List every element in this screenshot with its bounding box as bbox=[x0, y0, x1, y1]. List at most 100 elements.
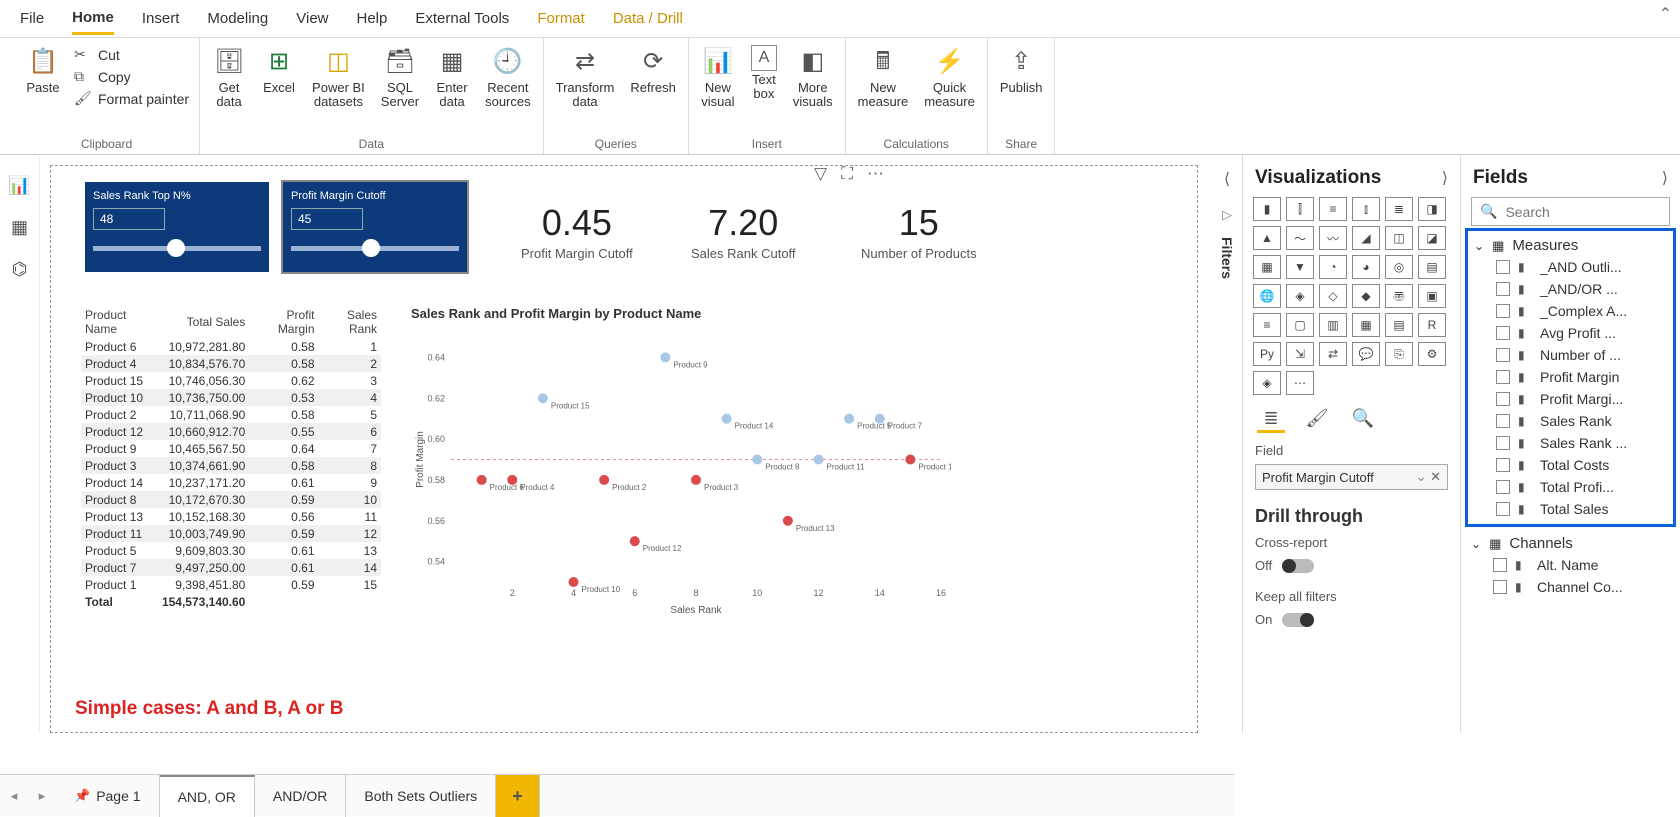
new-visual-button[interactable]: 📊New visual bbox=[693, 42, 743, 113]
data-view-icon[interactable]: ▦ bbox=[8, 215, 32, 239]
fields-tab-icon[interactable]: ≣ bbox=[1257, 407, 1285, 433]
collapse-icon[interactable]: ⟩ bbox=[1662, 168, 1668, 188]
viz-type-icon[interactable]: 💬 bbox=[1352, 342, 1380, 366]
paste-button[interactable]: 📋Paste bbox=[18, 42, 68, 98]
publish-button[interactable]: ⇪Publish bbox=[992, 42, 1051, 98]
report-canvas[interactable]: ▽ ⛶ ⋯ Sales Rank Top N% Profit Margin Cu… bbox=[50, 165, 1198, 733]
viz-type-icon[interactable]: ≣ bbox=[1385, 197, 1413, 221]
viz-type-icon[interactable]: ▲ bbox=[1253, 226, 1281, 250]
page-tab[interactable]: AND, OR bbox=[160, 775, 255, 817]
format-tab-icon[interactable]: 🖌 bbox=[1303, 407, 1331, 433]
field-item[interactable]: ▮Avg Profit ... bbox=[1474, 322, 1667, 344]
page-tab[interactable]: 📌Page 1 bbox=[56, 775, 160, 817]
page-tab[interactable]: Both Sets Outliers bbox=[346, 775, 496, 817]
data-table[interactable]: Product NameTotal SalesProfit MarginSale… bbox=[81, 306, 381, 610]
slider-track[interactable] bbox=[93, 246, 261, 251]
table-row[interactable]: Product 1510,746,056.300.623 bbox=[81, 372, 381, 389]
field-item[interactable]: ▮Profit Margi... bbox=[1474, 388, 1667, 410]
ribbon-collapse-icon[interactable]: ⌃ bbox=[1659, 4, 1672, 24]
keep-filters-toggle[interactable] bbox=[1282, 613, 1314, 627]
viz-type-icon[interactable]: ▦ bbox=[1352, 313, 1380, 337]
table-row[interactable]: Product 610,972,281.800.581 bbox=[81, 338, 381, 355]
viz-type-icon[interactable]: ▥ bbox=[1319, 313, 1347, 337]
viz-type-icon[interactable]: ▤ bbox=[1385, 313, 1413, 337]
viz-type-icon[interactable]: ▤ bbox=[1418, 255, 1446, 279]
viz-type-icon[interactable]: ⎘ bbox=[1385, 342, 1413, 366]
table-row[interactable]: Product 210,711,068.900.585 bbox=[81, 406, 381, 423]
next-page-icon[interactable]: ▸ bbox=[28, 788, 56, 804]
new-measure-button[interactable]: 🖩New measure bbox=[850, 42, 917, 113]
viz-type-icon[interactable]: Py bbox=[1253, 342, 1281, 366]
ribbon-tab[interactable]: Data / Drill bbox=[613, 4, 683, 33]
slider-track[interactable] bbox=[291, 246, 459, 251]
viz-type-icon[interactable]: ▮ bbox=[1253, 197, 1281, 221]
recent-sources-button[interactable]: 🕘Recent sources bbox=[477, 42, 539, 113]
viz-type-icon[interactable]: ⇲ bbox=[1286, 342, 1314, 366]
get-data-button[interactable]: 🗄Get data bbox=[204, 42, 254, 113]
field-chip[interactable]: Profit Margin Cutoff⌄ ✕ bbox=[1255, 464, 1448, 490]
viz-type-icon[interactable]: ◪ bbox=[1418, 226, 1446, 250]
more-icon[interactable]: ⋯ bbox=[867, 164, 884, 184]
viz-type-icon[interactable]: ▢ bbox=[1286, 313, 1314, 337]
table-row[interactable]: Product 1010,736,750.000.534 bbox=[81, 389, 381, 406]
field-item[interactable]: ▮Total Sales bbox=[1474, 498, 1667, 520]
slicer-input[interactable] bbox=[291, 208, 363, 230]
viz-type-icon[interactable]: ▦ bbox=[1253, 255, 1281, 279]
viz-type-icon[interactable]: ◕ bbox=[1352, 255, 1380, 279]
field-item[interactable]: ▮_Complex A... bbox=[1474, 300, 1667, 322]
field-item[interactable]: ▮Channel Co... bbox=[1471, 576, 1670, 598]
transform-data-button[interactable]: ⇄Transform data bbox=[548, 42, 623, 113]
field-item[interactable]: ▮Alt. Name bbox=[1471, 554, 1670, 576]
quick-measure-button[interactable]: ⚡Quick measure bbox=[916, 42, 983, 113]
table-row[interactable]: Product 1110,003,749.900.5912 bbox=[81, 525, 381, 542]
prev-page-icon[interactable]: ◂ bbox=[0, 788, 28, 804]
filter-icon[interactable]: ▽ bbox=[814, 164, 827, 184]
field-item[interactable]: ▮Sales Rank bbox=[1474, 410, 1667, 432]
model-view-icon[interactable]: ⌬ bbox=[8, 257, 32, 281]
viz-type-icon[interactable]: ◫ bbox=[1385, 226, 1413, 250]
viz-type-icon[interactable]: 〠 bbox=[1385, 284, 1413, 308]
viz-type-icon[interactable]: ⇄ bbox=[1319, 342, 1347, 366]
table-row[interactable]: Product 59,609,803.300.6113 bbox=[81, 542, 381, 559]
ribbon-tab[interactable]: Modeling bbox=[207, 4, 268, 33]
field-item[interactable]: ▮Profit Margin bbox=[1474, 366, 1667, 388]
viz-type-icon[interactable]: ◨ bbox=[1418, 197, 1446, 221]
refresh-button[interactable]: ⟳Refresh bbox=[622, 42, 684, 98]
kpi-card[interactable]: 15Number of Products bbox=[861, 202, 977, 261]
viz-type-icon[interactable]: ⫿ bbox=[1286, 197, 1314, 221]
table-row[interactable]: Product 810,172,670.300.5910 bbox=[81, 491, 381, 508]
enter-data-button[interactable]: ▦Enter data bbox=[427, 42, 477, 113]
viz-type-icon[interactable]: ◈ bbox=[1253, 371, 1281, 395]
table-row[interactable]: Product 1310,152,168.300.5611 bbox=[81, 508, 381, 525]
kpi-card[interactable]: 7.20Sales Rank Cutoff bbox=[691, 202, 796, 261]
filters-label[interactable]: Filters bbox=[1219, 237, 1235, 279]
viz-type-icon[interactable]: ⫾ bbox=[1352, 197, 1380, 221]
viz-type-icon[interactable]: ◈ bbox=[1286, 284, 1314, 308]
viz-type-icon[interactable]: ◆ bbox=[1352, 284, 1380, 308]
fields-search[interactable]: 🔍Search bbox=[1471, 197, 1670, 226]
viz-type-icon[interactable]: ⋯ bbox=[1286, 371, 1314, 395]
slider-thumb[interactable] bbox=[167, 239, 185, 257]
report-view-icon[interactable]: 📊 bbox=[8, 173, 32, 197]
ribbon-tab[interactable]: File bbox=[20, 4, 44, 33]
sql-server-button[interactable]: 🗃SQL Server bbox=[373, 42, 427, 113]
page-tab[interactable]: AND/OR bbox=[255, 775, 346, 817]
viz-type-icon[interactable]: 〜 bbox=[1286, 226, 1314, 250]
cut-button[interactable]: ✂Cut bbox=[74, 46, 189, 64]
table-row[interactable]: Product 410,834,576.700.582 bbox=[81, 355, 381, 372]
viz-type-icon[interactable]: 🌐 bbox=[1253, 284, 1281, 308]
format-painter-button[interactable]: 🖌Format painter bbox=[74, 90, 189, 108]
field-item[interactable]: ▮_AND Outli... bbox=[1474, 256, 1667, 278]
viz-type-icon[interactable]: ◢ bbox=[1352, 226, 1380, 250]
field-item[interactable]: ▮Total Profi... bbox=[1474, 476, 1667, 498]
table-row[interactable]: Product 19,398,451.800.5915 bbox=[81, 576, 381, 593]
table-row[interactable]: Product 1410,237,171.200.619 bbox=[81, 474, 381, 491]
add-page-button[interactable]: + bbox=[496, 775, 540, 817]
field-group-header[interactable]: ⌄▦Measures bbox=[1474, 235, 1667, 256]
ribbon-tab[interactable]: View bbox=[296, 4, 328, 33]
viz-type-icon[interactable]: R bbox=[1418, 313, 1446, 337]
field-group-header[interactable]: ⌄▦Channels bbox=[1471, 533, 1670, 554]
viz-type-icon[interactable]: ◎ bbox=[1385, 255, 1413, 279]
field-item[interactable]: ▮Total Costs bbox=[1474, 454, 1667, 476]
ribbon-tab[interactable]: Home bbox=[72, 3, 114, 35]
